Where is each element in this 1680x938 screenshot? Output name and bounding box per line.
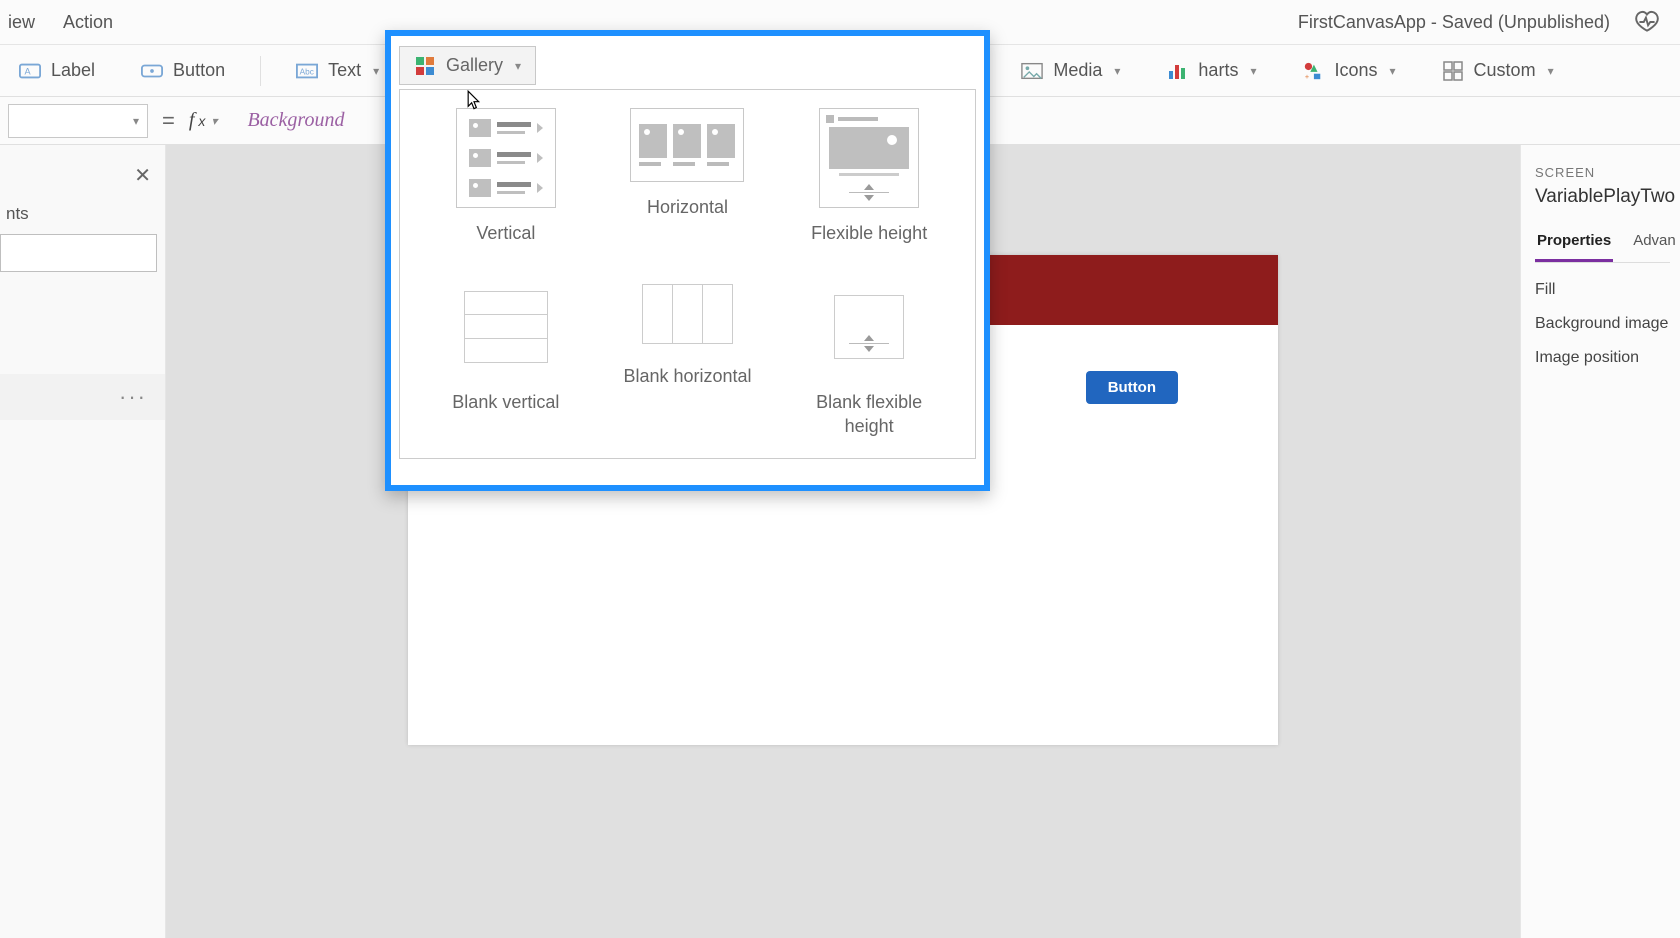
ribbon-media-text: Media (1053, 60, 1102, 81)
chevron-down-icon: ▾ (515, 59, 521, 73)
gallery-option-horizontal[interactable]: Horizontal (622, 108, 754, 245)
cursor-icon (467, 90, 481, 110)
tree-pane: ✕ nts ··· (0, 145, 166, 938)
tab-advanced[interactable]: Advan (1631, 226, 1678, 262)
chevron-down-icon: ▾ (133, 114, 139, 128)
label-icon: A (19, 61, 41, 81)
prop-fill[interactable]: Fill (1535, 281, 1670, 299)
thumb-vertical (456, 108, 556, 208)
menu-view[interactable]: iew (8, 12, 35, 33)
charts-icon (1166, 61, 1188, 81)
chevron-down-icon: ▾ (373, 64, 379, 78)
tab-properties[interactable]: Properties (1535, 226, 1613, 262)
gallery-label: Blank flexible height (803, 391, 935, 438)
ribbon-icons-text: Icons (1334, 60, 1377, 81)
thumb-flexible (819, 108, 919, 208)
prop-background-image[interactable]: Background image (1535, 315, 1670, 333)
ribbon-custom[interactable]: Custom ▾ (1431, 53, 1565, 88)
svg-text:A: A (25, 66, 32, 76)
popup-gallery-button[interactable]: Gallery ▾ (399, 46, 536, 85)
text-icon: Abc (296, 61, 318, 81)
formula-text[interactable]: Background (231, 109, 344, 132)
ribbon-sep (260, 56, 261, 86)
fx-button[interactable]: fx▾ (189, 109, 218, 132)
thumb-blank-horizontal (630, 277, 744, 351)
properties-tabs: Properties Advan (1535, 226, 1670, 263)
menu-action[interactable]: Action (63, 12, 113, 33)
tree-item-more[interactable]: ··· (0, 374, 165, 420)
button-icon (141, 61, 163, 81)
equals-sign: = (162, 108, 175, 134)
menubar-right: FirstCanvasApp - Saved (Unpublished) (1298, 9, 1672, 35)
ribbon-button-text: Button (173, 60, 225, 81)
svg-text:+: + (1305, 72, 1309, 81)
chevron-down-icon: ▾ (211, 114, 217, 128)
gallery-icon (414, 56, 436, 76)
chevron-down-icon: ▾ (1250, 64, 1256, 78)
menubar-left: iew Action (8, 12, 113, 33)
thumb-blank-flexible (819, 277, 919, 377)
thumb-blank-vertical (456, 277, 556, 377)
tree-title: nts (0, 200, 165, 234)
prop-image-position[interactable]: Image position (1535, 349, 1670, 367)
ribbon-text[interactable]: Abc Text ▾ (285, 53, 390, 88)
ribbon-icons[interactable]: + Icons ▾ (1291, 53, 1406, 88)
gallery-option-vertical[interactable]: Vertical (440, 108, 572, 245)
tree-search-input[interactable] (0, 234, 157, 272)
icons-icon: + (1302, 61, 1324, 81)
canvas-button[interactable]: Button (1086, 371, 1178, 404)
gallery-option-flexible[interactable]: Flexible height (803, 108, 935, 245)
chevron-down-icon: ▾ (1114, 64, 1120, 78)
gallery-label: Vertical (476, 222, 535, 245)
custom-icon (1442, 61, 1464, 81)
gallery-option-blank-horizontal[interactable]: Blank horizontal (622, 277, 754, 438)
gallery-label: Flexible height (811, 222, 927, 245)
gallery-label: Blank horizontal (623, 365, 751, 388)
element-name: VariablePlayTwo (1535, 186, 1670, 208)
gallery-label: Blank vertical (452, 391, 559, 414)
ribbon-button[interactable]: Button (130, 53, 236, 88)
ribbon-charts-text: harts (1198, 60, 1238, 81)
properties-pane: SCREEN VariablePlayTwo Properties Advan … (1520, 145, 1680, 938)
ribbon-media[interactable]: Media ▾ (1010, 53, 1131, 88)
gallery-grid: Vertical Horizontal Flexible height Blan… (400, 90, 975, 438)
app-status: FirstCanvasApp - Saved (Unpublished) (1298, 12, 1610, 33)
media-icon (1021, 61, 1043, 81)
gallery-popup: Gallery ▾ Vertical Horizontal (385, 30, 990, 491)
ribbon-custom-text: Custom (1474, 60, 1536, 81)
ribbon-text-text: Text (328, 60, 361, 81)
gallery-option-blank-vertical[interactable]: Blank vertical (440, 277, 572, 438)
popup-gallery-label: Gallery (446, 55, 503, 76)
chevron-down-icon: ▾ (1390, 64, 1396, 78)
element-kind: SCREEN (1535, 165, 1670, 180)
health-icon[interactable] (1634, 9, 1660, 35)
tree-header: ✕ (0, 155, 165, 200)
ribbon-label[interactable]: A Label (8, 53, 106, 88)
svg-text:Abc: Abc (300, 67, 314, 76)
thumb-horizontal (630, 108, 744, 182)
chevron-down-icon: ▾ (1548, 64, 1554, 78)
close-icon[interactable]: ✕ (134, 163, 151, 188)
gallery-option-blank-flexible[interactable]: Blank flexible height (803, 277, 935, 438)
ribbon-label-text: Label (51, 60, 95, 81)
gallery-inner: Vertical Horizontal Flexible height Blan… (399, 89, 976, 459)
ribbon-charts[interactable]: harts ▾ (1155, 53, 1267, 88)
property-dropdown[interactable]: ▾ (8, 104, 148, 138)
gallery-label: Horizontal (647, 196, 728, 219)
